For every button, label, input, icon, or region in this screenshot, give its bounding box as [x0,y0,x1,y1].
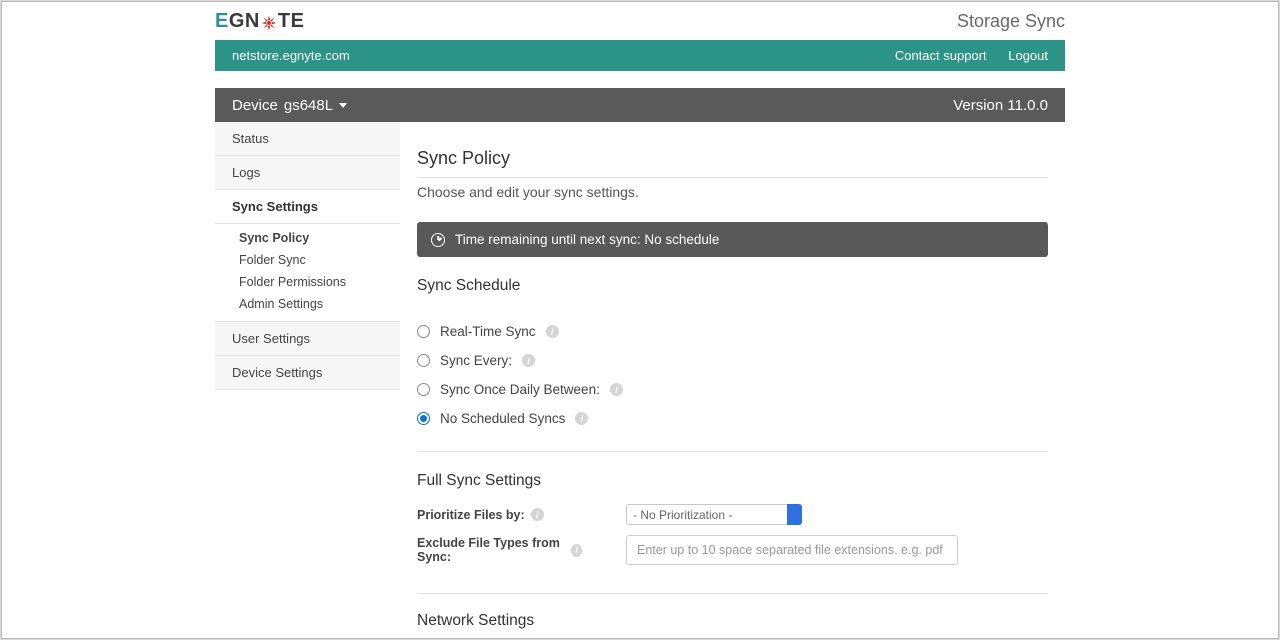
exclude-label: Exclude File Types from Sync: [417,536,565,564]
main-panel: Sync Policy Choose and edit your sync se… [400,122,1065,639]
radio-every[interactable] [417,354,430,367]
divider [417,593,1048,594]
sidebar-sub-folder-permissions[interactable]: Folder Permissions [239,271,400,293]
info-icon[interactable]: i [610,383,623,396]
radio-none[interactable] [417,412,430,425]
divider [417,451,1048,452]
sidebar-sub-sync-policy[interactable]: Sync Policy [239,227,400,249]
radio-row-every[interactable]: Sync Every: i [417,346,1048,375]
exclude-row: Exclude File Types from Sync: i [417,535,1048,565]
contact-support-link[interactable]: Contact support [895,48,987,63]
info-icon[interactable]: i [575,412,588,425]
exclude-input[interactable] [626,535,958,565]
page-subtitle: Choose and edit your sync settings. [417,184,1048,200]
prioritize-label: Prioritize Files by: [417,508,525,522]
device-bar: Device gs648L Version 11.0.0 [215,88,1065,122]
domain-label: netstore.egnyte.com [232,48,350,63]
chevron-down-icon [339,103,347,108]
header: EGN TE Storage Sync [215,2,1065,40]
prioritize-select-wrap[interactable]: - No Prioritization - [626,504,802,525]
sidebar-item-device-settings[interactable]: Device Settings [215,356,400,390]
sidebar-item-user-settings[interactable]: User Settings [215,322,400,356]
device-selector[interactable]: Device gs648L [232,97,347,114]
network-settings-title: Network Settings [417,612,1048,630]
device-prefix: Device [232,97,278,114]
sidebar: Status Logs Sync Settings Sync Policy Fo… [215,122,400,639]
sidebar-item-logs[interactable]: Logs [215,156,400,190]
radio-every-label: Sync Every: [440,353,512,368]
page-title: Sync Policy [417,148,1048,178]
info-icon[interactable]: i [571,544,582,557]
radio-realtime-label: Real-Time Sync [440,324,536,339]
info-icon[interactable]: i [531,508,544,521]
next-sync-banner: Time remaining until next sync: No sched… [417,222,1048,257]
egnyte-logo: EGN TE [215,10,304,33]
sidebar-sub-folder-sync[interactable]: Folder Sync [239,249,400,271]
prioritize-row: Prioritize Files by: i - No Prioritizati… [417,504,1048,525]
logo-star-icon [261,14,277,30]
banner-text: Time remaining until next sync: No sched… [455,232,719,247]
radio-row-realtime[interactable]: Real-Time Sync i [417,317,1048,346]
info-icon[interactable]: i [546,325,559,338]
top-bar: netstore.egnyte.com Contact support Logo… [215,40,1065,71]
device-name: gs648L [284,97,333,114]
sidebar-item-status[interactable]: Status [215,122,400,156]
info-icon[interactable]: i [522,354,535,367]
radio-none-label: No Scheduled Syncs [440,411,565,426]
prioritize-select[interactable]: - No Prioritization - [626,504,802,525]
sidebar-item-sync-settings[interactable]: Sync Settings [215,190,400,224]
product-name: Storage Sync [957,11,1065,32]
sidebar-sub: Sync Policy Folder Sync Folder Permissio… [215,224,400,322]
logout-link[interactable]: Logout [1008,48,1048,63]
radio-realtime[interactable] [417,325,430,338]
radio-daily[interactable] [417,383,430,396]
sidebar-sub-admin-settings[interactable]: Admin Settings [239,293,400,315]
sync-schedule-title: Sync Schedule [417,277,1048,295]
full-sync-title: Full Sync Settings [417,472,1048,490]
clock-icon [431,233,445,247]
version-label: Version 11.0.0 [953,97,1048,114]
radio-daily-label: Sync Once Daily Between: [440,382,600,397]
radio-row-daily[interactable]: Sync Once Daily Between: i [417,375,1048,404]
radio-row-none[interactable]: No Scheduled Syncs i [417,404,1048,433]
